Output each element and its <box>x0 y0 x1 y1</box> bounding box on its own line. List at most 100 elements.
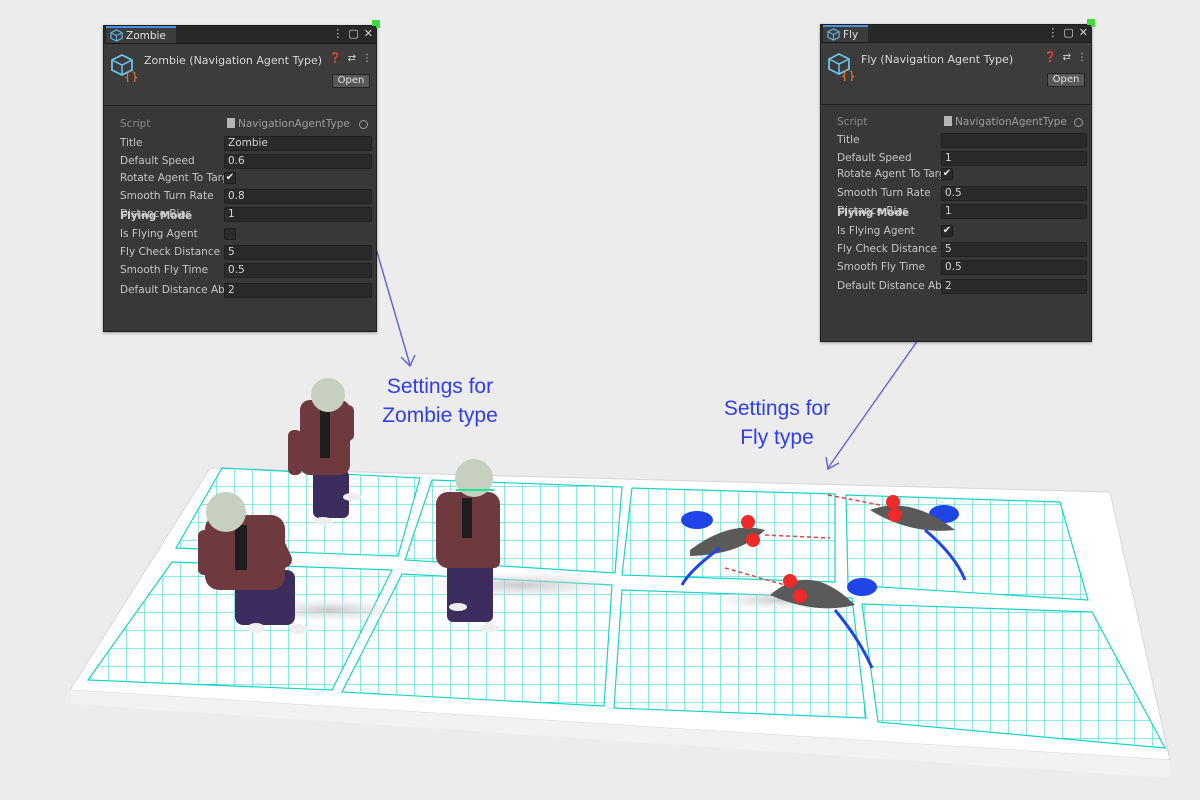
script-label: Script <box>120 118 151 130</box>
inspector-tab-bar: Fly ⋮ ▢ ✕ <box>821 25 1091 43</box>
default-speed-label: Default Speed <box>837 152 912 164</box>
zombie-callout: Settings for Zombie type <box>360 372 520 430</box>
maximize-icon[interactable]: ▢ <box>348 27 358 40</box>
header-title: Fly (Navigation Agent Type) <box>861 53 1014 66</box>
presets-icon[interactable]: ⇄ <box>348 53 356 64</box>
title-field[interactable] <box>941 132 1087 148</box>
scriptable-object-icon: {} <box>111 53 138 82</box>
help-icon[interactable]: ❓ <box>329 53 341 64</box>
rotate-agent-checkbox[interactable]: ✔ <box>941 168 953 180</box>
smooth-fly-label: Smooth Fly Time <box>120 264 209 276</box>
object-picker-icon[interactable] <box>1074 117 1083 127</box>
distance-bias-field[interactable]: 1 <box>941 203 1087 219</box>
default-speed-row: Default Speed 0.6 <box>104 153 376 169</box>
close-icon[interactable]: ✕ <box>364 27 373 40</box>
zombie-callout-line2: Zombie type <box>382 404 498 427</box>
is-flying-row: Is Flying Agent <box>104 226 376 242</box>
default-distance-field[interactable]: 2 <box>941 278 1087 294</box>
tab-label: Zombie <box>126 29 166 42</box>
script-file-icon <box>944 115 952 126</box>
distance-bias-field[interactable]: 1 <box>224 206 372 222</box>
title-field[interactable]: Zombie <box>224 135 372 151</box>
fly-callout-line1: Settings for <box>723 397 831 420</box>
smooth-turn-row: Smooth Turn Rate 0.8 <box>104 188 376 204</box>
default-distance-field[interactable]: 2 <box>224 282 372 298</box>
script-file-icon <box>227 117 235 128</box>
zombie-callout-line1: Settings for <box>386 375 494 398</box>
close-icon[interactable]: ✕ <box>1079 26 1088 39</box>
rotate-agent-checkbox[interactable]: ✔ <box>224 172 236 184</box>
rotate-agent-label: Rotate Agent To Targ <box>837 168 941 180</box>
tab-fly[interactable]: Fly <box>823 25 869 42</box>
smooth-turn-label: Smooth Turn Rate <box>120 190 214 202</box>
smooth-fly-field[interactable]: 0.5 <box>941 259 1087 275</box>
default-distance-row: Default Distance Abo 2 <box>821 278 1091 294</box>
smooth-turn-row: Smooth Turn Rate 0.5 <box>821 185 1091 201</box>
rotate-agent-row: Rotate Agent To Targ ✔ <box>104 170 376 186</box>
default-distance-label: Default Distance Abo <box>837 280 941 292</box>
is-flying-label: Is Flying Agent <box>120 228 198 240</box>
fly-check-row: Fly Check Distance 5 <box>104 244 376 260</box>
is-flying-row: Is Flying Agent ✔ <box>821 223 1091 239</box>
header-title: Zombie (Navigation Agent Type) <box>144 54 323 67</box>
rotate-agent-row: Rotate Agent To Targ ✔ <box>821 166 1091 182</box>
fly-check-label: Fly Check Distance <box>837 243 938 255</box>
smooth-fly-label: Smooth Fly Time <box>837 261 926 273</box>
flying-mode-heading: Flying Mode <box>837 207 910 219</box>
nav-tile <box>613 589 867 719</box>
kebab-menu-icon[interactable]: ⋮ <box>332 27 343 40</box>
default-distance-label: Default Distance Abo <box>120 284 224 296</box>
default-speed-field[interactable]: 1 <box>941 150 1087 166</box>
prefab-cube-icon <box>110 29 123 42</box>
smooth-turn-label: Smooth Turn Rate <box>837 187 931 199</box>
fly-check-field[interactable]: 5 <box>224 244 372 260</box>
title-row: Title <box>821 132 1091 148</box>
kebab-menu-icon[interactable]: ⋮ <box>1047 26 1058 39</box>
scriptable-object-icon: {} <box>828 52 855 81</box>
title-label: Title <box>837 134 860 146</box>
default-speed-row: Default Speed 1 <box>821 150 1091 166</box>
svg-text:{}: {} <box>841 69 855 81</box>
smooth-turn-field[interactable]: 0.5 <box>941 185 1087 201</box>
tab-label: Fly <box>843 28 859 41</box>
fly-inspector-panel: Fly ⋮ ▢ ✕ {} Fly (Navigation Agent Type)… <box>820 19 1095 342</box>
presets-icon[interactable]: ⇄ <box>1063 52 1071 63</box>
default-speed-label: Default Speed <box>120 155 195 167</box>
fly-check-label: Fly Check Distance <box>120 246 221 258</box>
callout-arrow-zombie <box>374 244 416 368</box>
inspector-tab-bar: Zombie ⋮ ▢ ✕ <box>104 26 376 44</box>
fly-check-field[interactable]: 5 <box>941 241 1087 257</box>
script-field[interactable]: NavigationAgentType <box>941 115 1087 130</box>
fly-check-row: Fly Check Distance 5 <box>821 241 1091 257</box>
default-speed-field[interactable]: 0.6 <box>224 153 372 169</box>
help-icon[interactable]: ❓ <box>1044 52 1056 63</box>
fly-callout-line2: Fly type <box>740 426 814 449</box>
open-button[interactable]: Open <box>1047 73 1085 87</box>
title-row: Title Zombie <box>104 135 376 151</box>
open-button[interactable]: Open <box>332 74 370 88</box>
script-field[interactable]: NavigationAgentType <box>224 117 372 132</box>
object-picker-icon[interactable] <box>359 119 368 129</box>
kebab-menu-icon[interactable]: ⋮ <box>1077 52 1087 63</box>
inspector-header: {} Zombie (Navigation Agent Type) ❓ ⇄ ⋮ … <box>104 44 376 106</box>
prefab-cube-icon <box>827 28 840 41</box>
is-flying-checkbox[interactable] <box>224 228 236 240</box>
default-distance-row: Default Distance Abo 2 <box>104 282 376 298</box>
is-flying-label: Is Flying Agent <box>837 225 915 237</box>
smooth-fly-field[interactable]: 0.5 <box>224 262 372 278</box>
title-label: Title <box>120 137 143 149</box>
maximize-icon[interactable]: ▢ <box>1063 26 1073 39</box>
flying-mode-heading: Flying Mode <box>120 210 193 222</box>
smooth-fly-row: Smooth Fly Time 0.5 <box>821 259 1091 275</box>
fly-callout: Settings for Fly type <box>700 394 854 452</box>
script-value: NavigationAgentType <box>955 115 1067 128</box>
smooth-turn-field[interactable]: 0.8 <box>224 188 372 204</box>
script-label: Script <box>837 116 868 128</box>
inspector-header: {} Fly (Navigation Agent Type) ❓ ⇄ ⋮ Ope… <box>821 43 1091 105</box>
zombie-inspector-panel: Zombie ⋮ ▢ ✕ {} Zombie (Navigation Agent… <box>103 20 380 332</box>
rotate-agent-label: Rotate Agent To Targ <box>120 172 224 184</box>
kebab-menu-icon[interactable]: ⋮ <box>362 53 372 64</box>
script-value: NavigationAgentType <box>238 117 350 130</box>
tab-zombie[interactable]: Zombie <box>106 26 176 43</box>
is-flying-checkbox[interactable]: ✔ <box>941 225 953 237</box>
